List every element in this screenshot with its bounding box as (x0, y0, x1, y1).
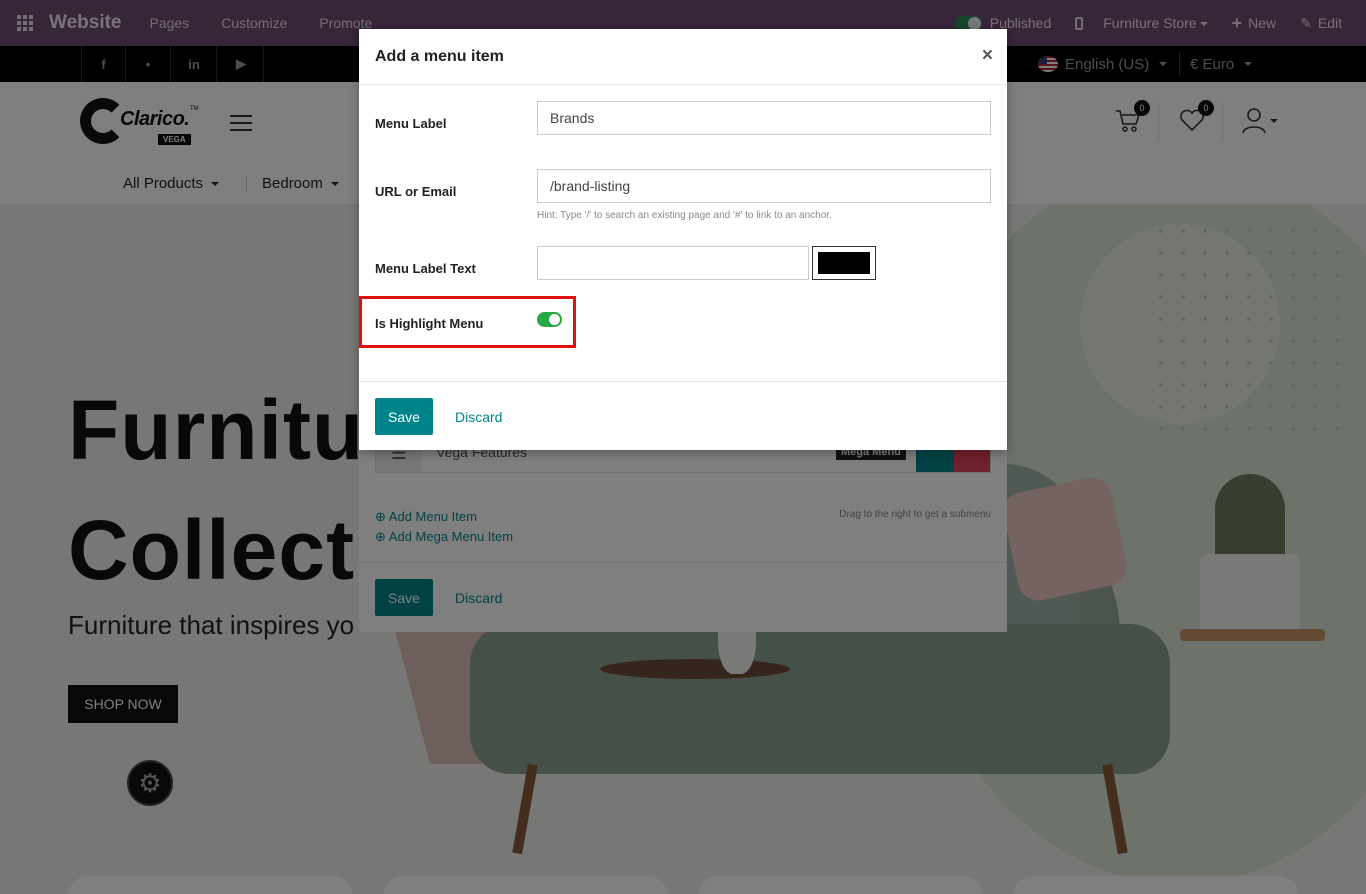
save-button[interactable]: Save (375, 398, 433, 435)
menu-label-input[interactable] (537, 101, 991, 135)
dialog-header: Add a menu item × (359, 29, 1007, 85)
menu-label-text-label: Menu Label Text (375, 261, 476, 276)
color-picker-swatch[interactable] (812, 246, 876, 280)
add-menu-item-dialog: Add a menu item × Menu Label URL or Emai… (359, 29, 1007, 450)
menu-label-text-input[interactable] (537, 246, 809, 280)
dialog-footer: Save Discard (359, 381, 1007, 450)
discard-button[interactable]: Discard (455, 409, 502, 425)
highlight-menu-toggle[interactable] (537, 312, 562, 327)
highlight-menu-label: Is Highlight Menu (375, 316, 484, 331)
close-icon[interactable]: × (982, 45, 993, 67)
dialog-title: Add a menu item (375, 48, 504, 65)
selected-color (818, 252, 870, 274)
url-label: URL or Email (375, 184, 457, 199)
menu-label-label: Menu Label (375, 116, 447, 131)
url-input[interactable] (537, 169, 991, 203)
url-hint: Hint: Type '/' to search an existing pag… (537, 210, 832, 221)
